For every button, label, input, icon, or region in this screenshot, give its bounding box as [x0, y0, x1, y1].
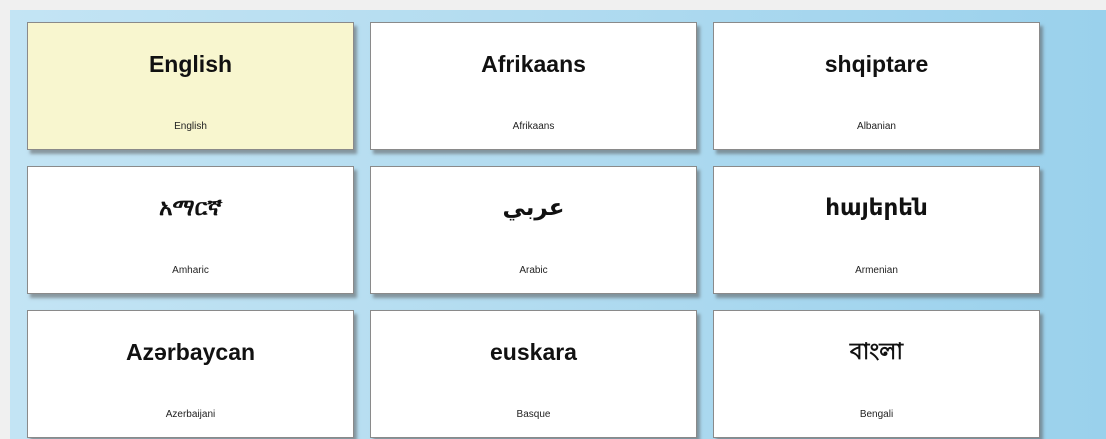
language-english-name: Azerbaijani	[165, 409, 216, 420]
language-native-name: euskara	[490, 339, 577, 365]
language-card-bengali[interactable]: বাংলা Bengali	[713, 310, 1040, 438]
language-native-name: հայերեն	[825, 195, 928, 221]
language-english-name: Basque	[516, 409, 551, 420]
language-english-name: Albanian	[857, 121, 896, 132]
language-grid: English English Afrikaans Afrikaans shqi…	[27, 22, 1067, 438]
language-card-afrikaans[interactable]: Afrikaans Afrikaans	[370, 22, 697, 150]
language-native-name: English	[148, 51, 233, 77]
language-native-name: Azərbaycan	[125, 339, 256, 365]
language-english-name: Arabic	[519, 265, 548, 276]
language-card-arabic[interactable]: عربي Arabic	[370, 166, 697, 294]
language-picker-background: English English Afrikaans Afrikaans shqi…	[10, 10, 1106, 439]
language-native-name: عربي	[502, 195, 565, 221]
language-native-name: বাংলা	[849, 339, 904, 365]
language-card-english[interactable]: English English	[27, 22, 354, 150]
language-card-armenian[interactable]: հայերեն Armenian	[713, 166, 1040, 294]
language-card-basque[interactable]: euskara Basque	[370, 310, 697, 438]
language-card-albanian[interactable]: shqiptare Albanian	[713, 22, 1040, 150]
language-card-azerbaijani[interactable]: Azərbaycan Azerbaijani	[27, 310, 354, 438]
language-english-name: Afrikaans	[512, 121, 555, 132]
language-english-name: English	[174, 121, 207, 132]
language-native-name: Afrikaans	[481, 51, 586, 77]
language-english-name: Armenian	[855, 265, 898, 276]
language-native-name: shqiptare	[824, 51, 929, 77]
language-native-name: አማርኛ	[159, 195, 222, 221]
language-english-name: Amharic	[172, 265, 209, 276]
language-english-name: Bengali	[859, 409, 894, 420]
language-card-amharic[interactable]: አማርኛ Amharic	[27, 166, 354, 294]
